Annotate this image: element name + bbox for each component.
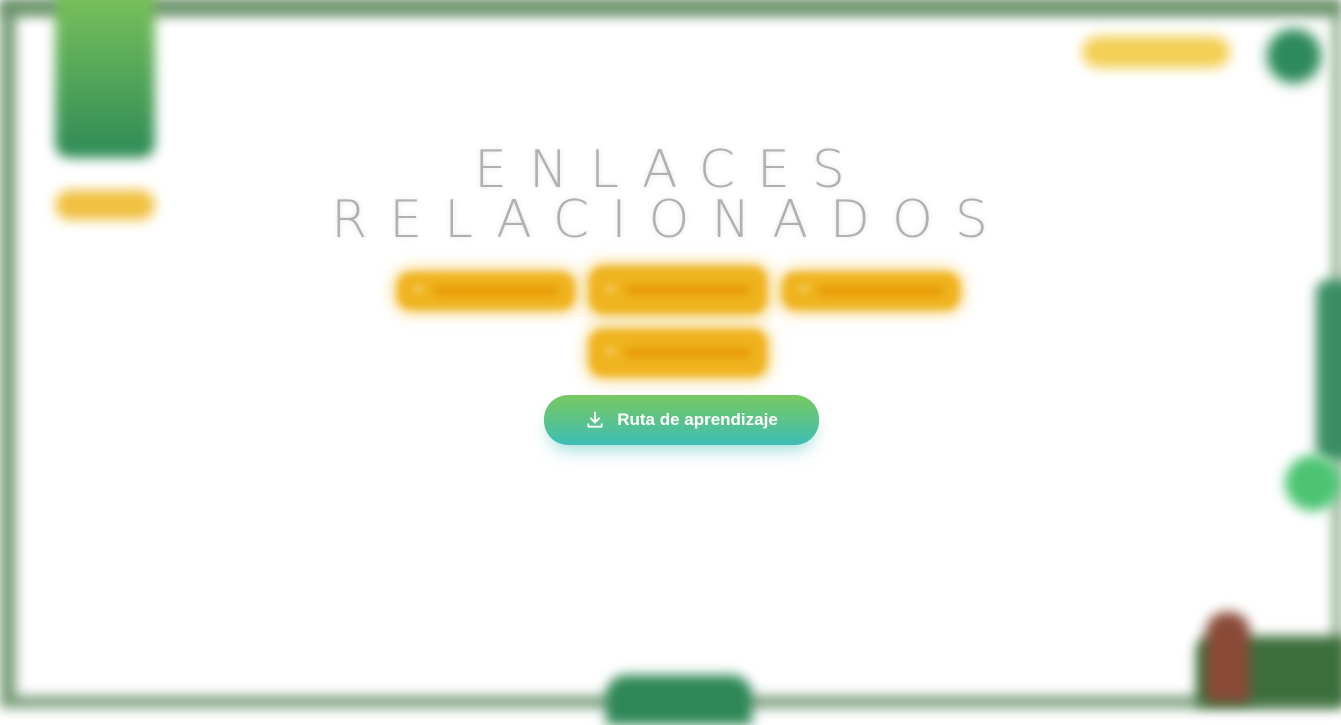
avatar — [1206, 612, 1250, 702]
link-label — [625, 348, 751, 358]
download-icon — [587, 411, 603, 428]
login-arrow-icon: ⇥ — [411, 281, 423, 297]
link-label — [433, 286, 559, 296]
top-pill-button[interactable] — [1082, 36, 1230, 68]
bottom-tab[interactable] — [606, 675, 752, 725]
right-circle-button[interactable] — [1285, 455, 1341, 511]
menu-circle-button[interactable] — [1268, 30, 1320, 82]
page-title: ENLACES RELACIONADOS — [0, 139, 1341, 250]
title-line-1: ENLACES — [474, 139, 867, 200]
login-arrow-icon: ⇥ — [603, 281, 615, 297]
right-side-tab[interactable] — [1316, 280, 1341, 460]
related-link-button-3[interactable]: ⇥ — [782, 272, 960, 310]
top-frame-bar — [0, 0, 1341, 20]
learning-route-label: Ruta de aprendizaje — [617, 410, 778, 429]
learning-route-button[interactable]: Ruta de aprendizaje — [544, 395, 819, 445]
login-arrow-icon: ⇥ — [796, 281, 808, 297]
related-link-button-1[interactable]: ⇥ — [397, 272, 575, 310]
link-label — [818, 286, 944, 296]
related-link-button-4[interactable]: ⇥ — [589, 329, 767, 377]
related-link-button-2[interactable]: ⇥ — [589, 266, 767, 314]
title-line-2: RELACIONADOS — [331, 189, 1010, 250]
link-label — [625, 285, 751, 295]
login-arrow-icon: ⇥ — [603, 344, 615, 360]
side-banner[interactable] — [55, 0, 155, 158]
